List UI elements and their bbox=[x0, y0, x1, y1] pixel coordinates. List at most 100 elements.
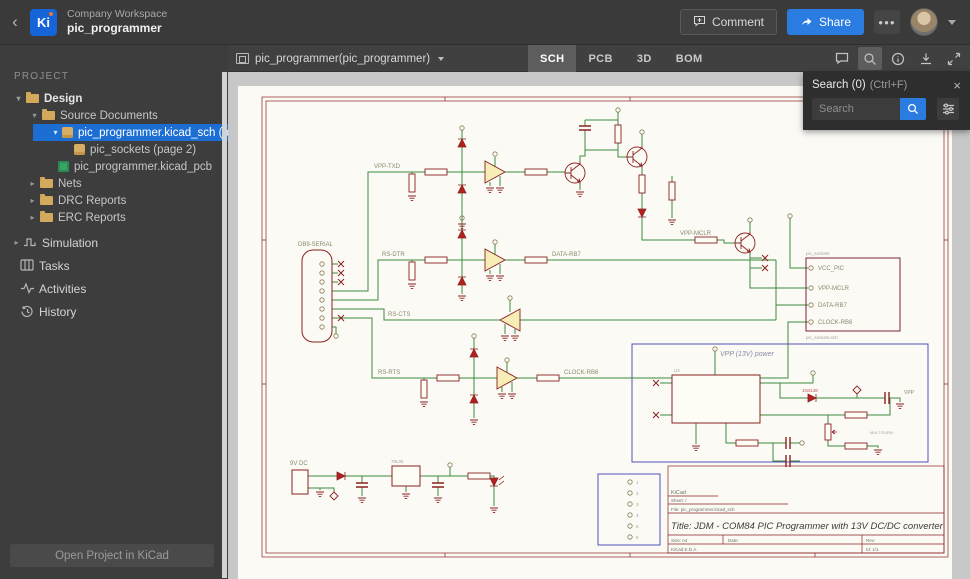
more-actions-button[interactable]: ●●● bbox=[874, 10, 900, 34]
sidebar-item-erc-reports[interactable]: ▸ ERC Reports bbox=[0, 209, 228, 226]
sidebar-item-kicad-pcb[interactable]: pic_programmer.kicad_pcb bbox=[0, 158, 228, 175]
schematic-viewport[interactable]: DB9-SERIAL VPP-TXD RS-DTR RS-CTS RS-RTS … bbox=[228, 72, 970, 579]
kicad-cloud-logo[interactable]: Ki bbox=[30, 8, 57, 36]
sidebar-item-kicad-sch[interactable]: ▾ pic_programmer.kicad_sch (page... bbox=[33, 124, 228, 141]
section-item-label: History bbox=[39, 304, 77, 319]
share-icon bbox=[800, 15, 813, 30]
comment-icon bbox=[693, 15, 706, 30]
search-shortcut-hint: (Ctrl+F) bbox=[869, 79, 908, 91]
chevron-expanded-icon[interactable]: ▾ bbox=[49, 128, 62, 137]
chevron-collapsed-icon[interactable]: ▸ bbox=[10, 238, 23, 247]
net-label: DB9-SERIAL bbox=[298, 242, 334, 248]
net-label: RS-RTS bbox=[378, 370, 400, 376]
tree-item-label: pic_programmer.kicad_sch (page... bbox=[78, 126, 228, 139]
chevron-expanded-icon[interactable]: ▾ bbox=[28, 111, 41, 120]
titleblock-date: Date: bbox=[728, 538, 739, 543]
chevron-collapsed-icon[interactable]: ▸ bbox=[26, 213, 39, 222]
folder-icon bbox=[42, 109, 55, 120]
titleblock-size: Size: A4 bbox=[671, 538, 688, 543]
tree-item-label: Source Documents bbox=[60, 109, 158, 122]
chevron-collapsed-icon[interactable]: ▸ bbox=[26, 179, 39, 188]
tree-item-label: Nets bbox=[58, 177, 82, 190]
sheet-pin-label: VPP-MCLR bbox=[818, 286, 850, 292]
sidebar-item-simulation[interactable]: ▸ Simulation bbox=[0, 231, 228, 254]
folder-icon bbox=[40, 177, 53, 188]
sidebar-item-design[interactable]: ▾ Design bbox=[0, 90, 228, 107]
document-toolbar: pic_programmer(pic_programmer) SCH PCB 3… bbox=[228, 45, 970, 72]
search-panel: Search (0) (Ctrl+F) × bbox=[803, 72, 970, 130]
part-ref: 78L05 bbox=[391, 459, 404, 464]
activity-pulse-icon bbox=[20, 282, 35, 295]
chevron-collapsed-icon[interactable]: ▸ bbox=[26, 196, 39, 205]
net-label: RS-DTR bbox=[382, 252, 405, 258]
top-header: ‹ Ki Company Workspace pic_programmer Co… bbox=[0, 0, 970, 45]
titleblock-sheet: Sheet: / bbox=[671, 498, 687, 503]
schematic-file-icon bbox=[62, 127, 73, 138]
net-label: RS-CTS bbox=[388, 312, 410, 318]
sidebar-item-drc-reports[interactable]: ▸ DRC Reports bbox=[0, 192, 228, 209]
sidebar-item-tasks[interactable]: Tasks bbox=[0, 254, 228, 277]
back-icon[interactable]: ‹ bbox=[0, 12, 30, 32]
pcb-file-icon bbox=[58, 161, 69, 172]
schematic-sheet bbox=[238, 86, 952, 579]
info-tool-icon[interactable] bbox=[886, 47, 910, 70]
search-filter-icon[interactable] bbox=[937, 98, 959, 120]
titleblock-file: File: pic_programmer.kicad_sch bbox=[671, 507, 735, 512]
tab-bom[interactable]: BOM bbox=[664, 45, 715, 72]
user-avatar[interactable] bbox=[910, 8, 938, 36]
search-panel-title: Search (0) bbox=[812, 79, 866, 91]
fullscreen-tool-icon[interactable] bbox=[942, 47, 966, 70]
titleblock-eda: KiCad E.D.A. bbox=[671, 547, 698, 552]
net-label: VPP bbox=[904, 390, 915, 396]
section-item-label: Simulation bbox=[42, 235, 99, 250]
tab-pcb[interactable]: PCB bbox=[576, 45, 624, 72]
sidebar-item-nets[interactable]: ▸ Nets bbox=[0, 175, 228, 192]
chevron-down-icon bbox=[438, 56, 445, 61]
comments-tool-icon[interactable] bbox=[830, 47, 854, 70]
net-label: VPP-MCLR bbox=[680, 231, 712, 237]
open-in-kicad-button[interactable]: Open Project in KiCad bbox=[10, 544, 214, 567]
part-ref: U2 bbox=[674, 368, 680, 373]
simulation-waveform-icon bbox=[23, 236, 38, 249]
tab-sch[interactable]: SCH bbox=[528, 45, 577, 72]
search-input[interactable] bbox=[812, 98, 900, 120]
sidebar-item-history[interactable]: History bbox=[0, 300, 228, 323]
sheet-pin-label: CLOCK-RB6 bbox=[818, 320, 853, 326]
tree-item-label: pic_programmer.kicad_pcb bbox=[74, 160, 213, 173]
titleblock-rev: Rev: bbox=[866, 538, 875, 543]
comment-button[interactable]: Comment bbox=[679, 9, 777, 35]
share-button-label: Share bbox=[818, 15, 851, 29]
sidebar-item-source-documents[interactable]: ▾ Source Documents bbox=[0, 107, 228, 124]
sidebar-scrollbar[interactable] bbox=[222, 72, 227, 578]
app-window: ‹ Ki Company Workspace pic_programmer Co… bbox=[0, 0, 970, 579]
document-selector[interactable]: pic_programmer(pic_programmer) bbox=[236, 45, 445, 72]
chevron-expanded-icon[interactable]: ▾ bbox=[12, 94, 25, 103]
tree-item-label: pic_sockets (page 2) bbox=[90, 143, 197, 156]
net-label: CLOCK-RB6 bbox=[564, 370, 599, 376]
part-ref: MULTITURN bbox=[870, 430, 893, 435]
avatar-caret-icon[interactable] bbox=[948, 19, 956, 25]
tab-3d[interactable]: 3D bbox=[625, 45, 664, 72]
sheet-file-label: pic_sockets.sch bbox=[806, 335, 838, 340]
tree-item-label: Design bbox=[44, 92, 83, 105]
tasks-board-icon bbox=[20, 259, 35, 272]
document-icon bbox=[236, 53, 249, 64]
search-submit-button[interactable] bbox=[900, 98, 926, 120]
net-label: VPP-TXD bbox=[374, 164, 401, 170]
search-tool-icon[interactable] bbox=[858, 47, 882, 70]
close-icon[interactable]: × bbox=[953, 78, 961, 93]
download-tool-icon[interactable] bbox=[914, 47, 938, 70]
sidebar-item-pic-sockets[interactable]: pic_sockets (page 2) bbox=[0, 141, 228, 158]
view-tabs: SCH PCB 3D BOM bbox=[528, 45, 715, 72]
project-title: pic_programmer bbox=[67, 21, 162, 36]
folder-icon bbox=[40, 211, 53, 222]
history-clock-icon bbox=[20, 305, 35, 318]
net-label: 9V DC bbox=[290, 461, 308, 467]
workspace-breadcrumb: Company Workspace pic_programmer bbox=[67, 8, 167, 36]
schematic-canvas[interactable]: DB9-SERIAL VPP-TXD RS-DTR RS-CTS RS-RTS … bbox=[228, 72, 970, 579]
workspace-label: Company Workspace bbox=[67, 7, 168, 20]
share-button[interactable]: Share bbox=[786, 9, 864, 35]
sidebar-item-activities[interactable]: Activities bbox=[0, 277, 228, 300]
folder-icon bbox=[26, 92, 39, 103]
comment-button-label: Comment bbox=[711, 15, 764, 29]
